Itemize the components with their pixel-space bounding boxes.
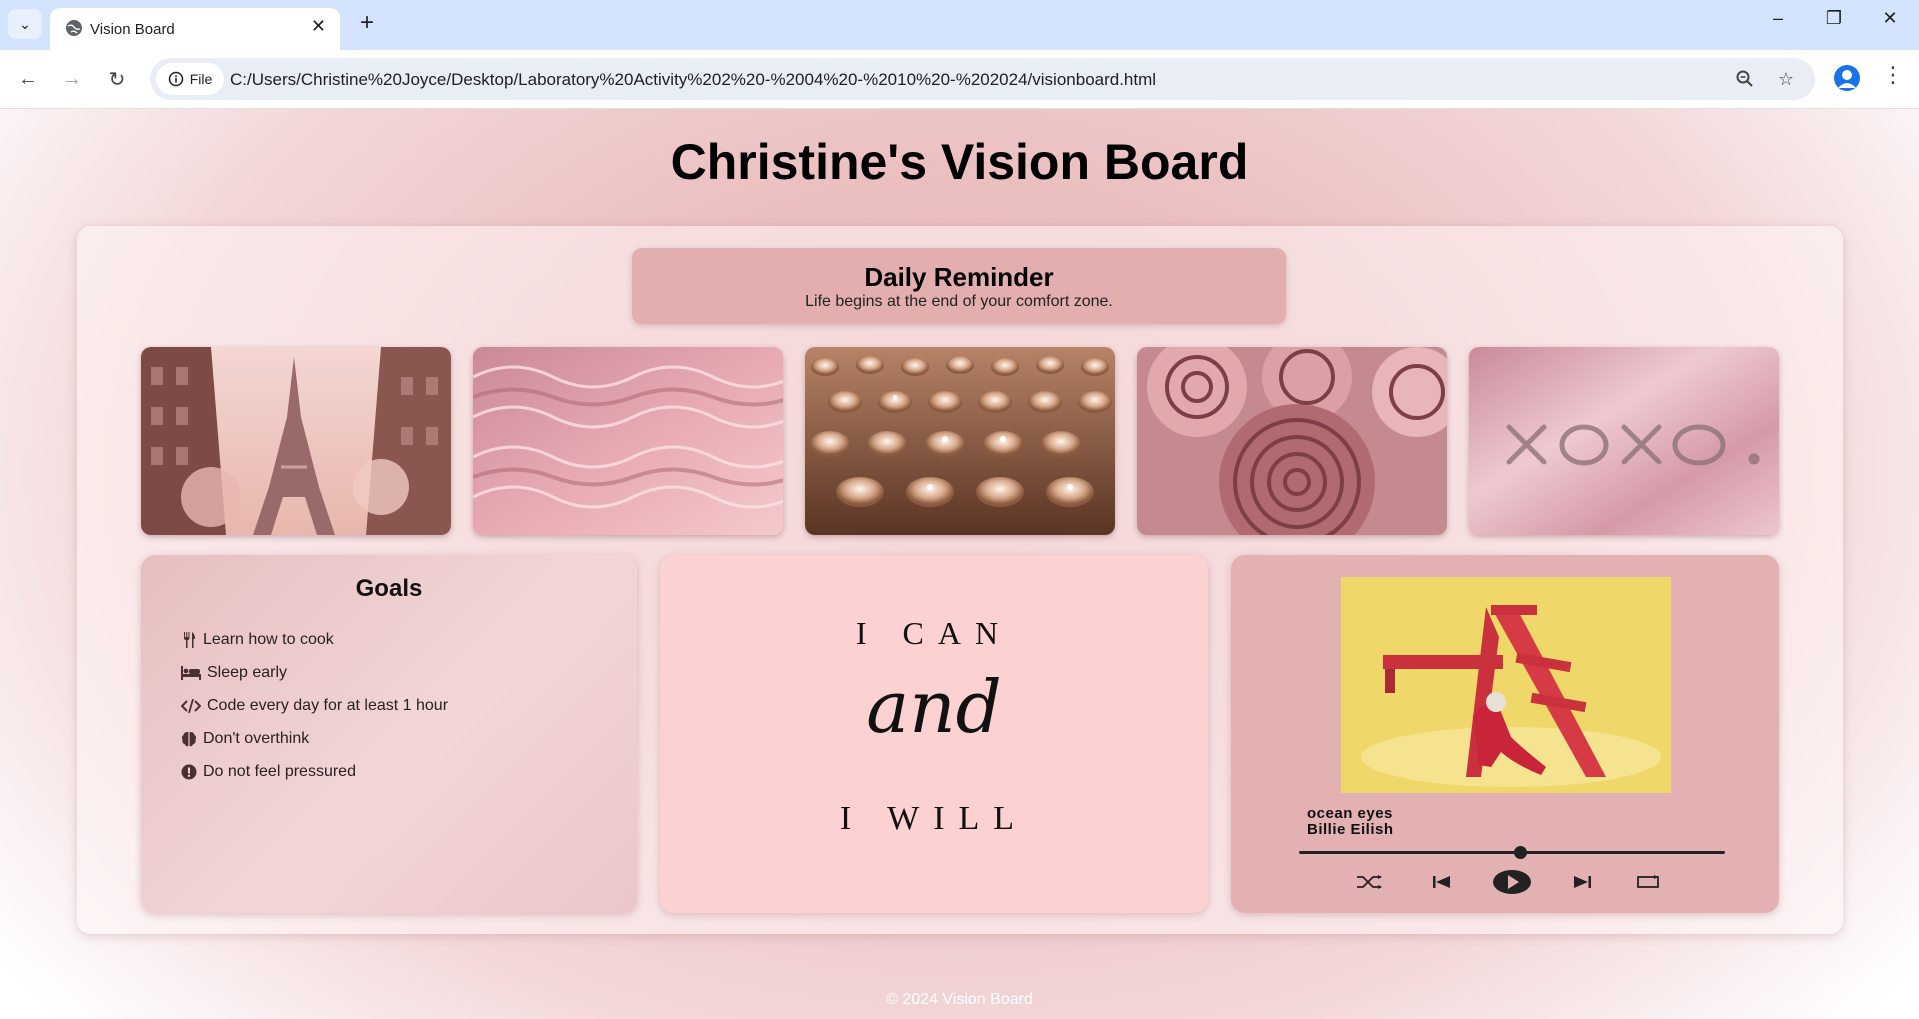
repeat-icon[interactable]: [1633, 867, 1663, 897]
progress-bar[interactable]: [1299, 851, 1725, 854]
song-title: ocean eyes: [1307, 805, 1393, 822]
browser-tab-bar: ⌄ Vision Board ✕ + – ❐ ✕: [0, 0, 1919, 50]
page-body: Christine's Vision Board Daily Reminder …: [0, 109, 1919, 1019]
goal-label: Code every day for at least 1 hour: [207, 696, 449, 714]
zoom-icon[interactable]: [1733, 67, 1757, 91]
goal-item: Don't overthink: [181, 722, 637, 755]
plus-icon[interactable]: +: [352, 9, 382, 37]
goal-item: Sleep early: [181, 656, 637, 689]
minimize-icon[interactable]: –: [1758, 8, 1798, 29]
forward-icon[interactable]: →: [58, 65, 86, 93]
brain-icon: [181, 731, 197, 747]
file-chip-label: File: [189, 71, 213, 87]
quote-line-1: I CAN: [855, 615, 1013, 651]
quote-card: I CAN and I WILL: [660, 555, 1208, 913]
reload-icon[interactable]: ↻: [103, 65, 131, 93]
goal-label: Sleep early: [207, 663, 288, 681]
pink-water-photo: [473, 347, 783, 535]
tab-list-icon[interactable]: ⌄: [8, 9, 42, 39]
page-title: Christine's Vision Board: [670, 134, 1249, 190]
globe-icon: [66, 20, 82, 36]
goal-label: Don't overthink: [203, 729, 310, 747]
goal-label: Do not feel pressured: [203, 762, 356, 780]
quote-line-3: I WILL: [839, 800, 1029, 837]
window-close-icon[interactable]: ✕: [1870, 8, 1910, 29]
browser-toolbar: ← → ↻ File C:/Users/Christine%20Joyce/De…: [0, 50, 1919, 109]
daily-reminder: Daily Reminder Life begins at the end of…: [632, 248, 1286, 324]
page-footer: © 2024 Vision Board: [886, 991, 1033, 1008]
pink-roses-photo: [1137, 347, 1447, 535]
next-icon[interactable]: [1567, 867, 1597, 897]
bed-icon: [181, 665, 201, 681]
goals-heading: Goals: [355, 575, 423, 602]
goals-card: Goals Learn how to cook Sleep early Code…: [141, 555, 637, 913]
goals-list: Learn how to cook Sleep early Code every…: [181, 623, 637, 788]
goal-label: Learn how to cook: [203, 630, 334, 648]
rose-gold-diamonds-photo: [805, 347, 1115, 535]
site-info-chip[interactable]: File: [156, 63, 224, 95]
album-cover: [1341, 577, 1671, 793]
goal-item: Code every day for at least 1 hour: [181, 689, 637, 722]
music-player-card: ocean eyes Billie Eilish: [1231, 555, 1779, 913]
goal-item: Learn how to cook: [181, 623, 637, 656]
close-icon[interactable]: ✕: [311, 16, 326, 37]
info-icon: [168, 71, 183, 87]
utensils-icon: [181, 631, 197, 648]
tab-title: Vision Board: [90, 21, 175, 38]
reminder-heading: Daily Reminder: [864, 262, 1054, 292]
goal-item: Do not feel pressured: [181, 755, 637, 788]
url-text[interactable]: C:/Users/Christine%20Joyce/Desktop/Labor…: [230, 70, 1156, 90]
now-playing: ocean eyes Billie Eilish: [1307, 806, 1394, 838]
previous-icon[interactable]: [1427, 867, 1457, 897]
back-icon[interactable]: ←: [14, 65, 42, 93]
star-icon[interactable]: ☆: [1774, 67, 1798, 91]
shuffle-icon[interactable]: [1355, 867, 1385, 897]
progress-knob[interactable]: [1514, 846, 1528, 859]
xoxo-foil-photo: [1469, 347, 1779, 535]
quote-line-2: and: [866, 665, 1002, 749]
eiffel-tower-photo: [141, 347, 451, 535]
vision-board: Daily Reminder Life begins at the end of…: [77, 226, 1843, 934]
code-icon: [181, 698, 201, 714]
more-icon[interactable]: ⋮: [1882, 62, 1904, 88]
exclamation-icon: [181, 764, 197, 780]
profile-icon[interactable]: [1834, 65, 1860, 91]
browser-tab[interactable]: Vision Board ✕: [50, 8, 340, 50]
play-icon[interactable]: [1491, 867, 1533, 897]
restore-icon[interactable]: ❐: [1814, 8, 1854, 29]
address-bar[interactable]: File C:/Users/Christine%20Joyce/Desktop/…: [150, 58, 1815, 100]
artist-name: Billie Eilish: [1307, 821, 1394, 838]
reminder-text: Life begins at the end of your comfort z…: [805, 293, 1113, 310]
